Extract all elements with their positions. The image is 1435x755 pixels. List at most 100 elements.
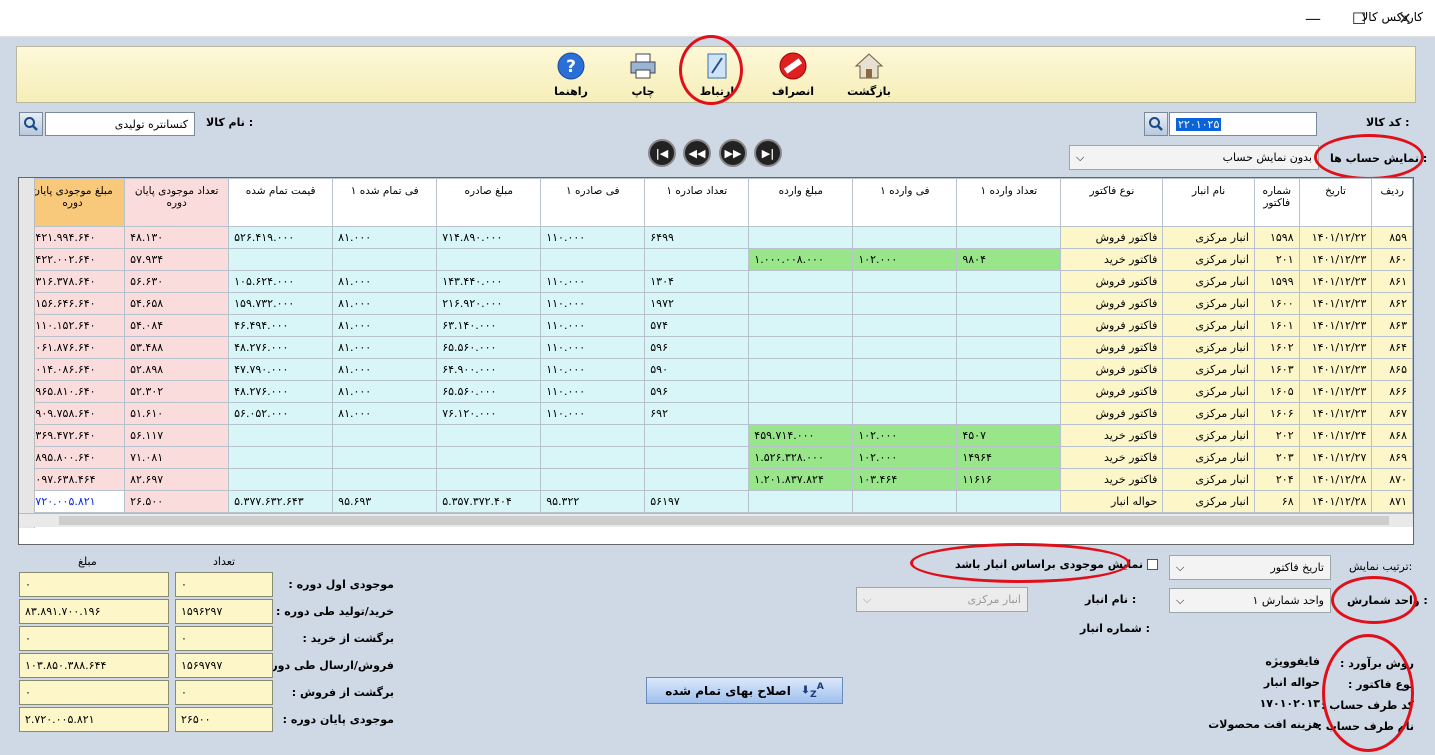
table-cell[interactable]: ۵۷۴ (644, 314, 750, 337)
table-cell[interactable]: ۴۸.۲۷۶.۰۰۰ (228, 380, 334, 403)
horizontal-scrollbar[interactable] (19, 513, 1413, 527)
table-cell[interactable]: انبار مرکزی (1162, 270, 1255, 293)
column-header[interactable]: فی تمام شده ۱ (332, 178, 438, 227)
table-cell[interactable]: ۱۱۰.۰۰۰ (540, 358, 646, 381)
table-cell[interactable]: ۱۳۰۴ (644, 270, 750, 293)
table-cell[interactable] (956, 226, 1062, 249)
table-cell[interactable]: ۵.۰۱۴.۰۸۶.۶۴۰ (19, 358, 126, 381)
table-cell[interactable]: فاکتور فروش (1060, 358, 1164, 381)
table-cell[interactable]: ۱۶۰۵ (1253, 380, 1300, 403)
table-cell[interactable]: ۱۴۰۱/۱۲/۲۴ (1298, 424, 1373, 447)
table-cell[interactable]: ۵.۳۱۶.۳۷۸.۶۴۰ (19, 270, 126, 293)
code-search-button[interactable] (1144, 112, 1168, 136)
table-row[interactable]: ۸۶۶ ۱۴۰۱/۱۲/۲۳ ۱۶۰۵ انبار مرکزی فاکتور فروش ۵… (19, 380, 1413, 403)
table-cell[interactable]: ۲۱۶.۹۲۰.۰۰۰ (436, 292, 542, 315)
table-cell[interactable]: ۵۷.۹۳۴ (124, 248, 230, 271)
table-cell[interactable]: ۸۶۳ (1371, 314, 1413, 337)
table-cell[interactable]: ۶.۸۹۵.۸۰۰.۶۴۰ (19, 446, 126, 469)
table-cell[interactable]: انبار مرکزی (1162, 468, 1255, 491)
table-cell[interactable]: انبار مرکزی (1162, 380, 1255, 403)
unit-select[interactable]: ⌵ واحد شمارش ۱ (1169, 588, 1331, 613)
summary-amount-field[interactable]: ۰ (19, 626, 169, 651)
table-row[interactable]: ۸۷۰ ۱۴۰۱/۱۲/۲۸ ۲۰۴ انبار مرکزی فاکتور خرید ۱۱… (19, 468, 1413, 491)
table-cell[interactable]: ۱۶۰۲ (1253, 336, 1300, 359)
table-cell[interactable]: ۱۰۲.۰۰۰ (852, 424, 958, 447)
table-cell[interactable]: ۵۲.۳۰۲ (124, 380, 230, 403)
previous-record-button[interactable]: ◀◀ (683, 139, 711, 167)
table-cell[interactable] (748, 358, 854, 381)
table-cell[interactable] (748, 336, 854, 359)
table-cell[interactable] (228, 248, 334, 271)
table-cell[interactable]: انبار مرکزی (1162, 424, 1255, 447)
table-cell[interactable]: ۱۶۰۱ (1253, 314, 1300, 337)
table-cell[interactable] (956, 402, 1062, 425)
table-cell[interactable] (748, 226, 854, 249)
warehouse-checkbox[interactable] (1147, 559, 1159, 570)
table-cell[interactable]: ۱۶۰۰ (1253, 292, 1300, 315)
column-header[interactable]: نام انبار (1162, 178, 1255, 227)
table-cell[interactable] (540, 468, 646, 491)
column-header[interactable]: فی صادره ۱ (540, 178, 646, 227)
table-cell[interactable]: ۵۴.۶۵۸ (124, 292, 230, 315)
table-cell[interactable]: ۱۴۰۱/۱۲/۲۳ (1298, 270, 1373, 293)
table-cell[interactable]: ۸۵۹ (1371, 226, 1413, 249)
table-cell[interactable]: ۵.۱۵۶.۶۴۶.۶۴۰ (19, 292, 126, 315)
column-header[interactable]: شماره فاکتور (1253, 178, 1300, 227)
summary-amount-field[interactable]: ۸۳.۸۹۱.۷۰۰.۱۹۶ (19, 599, 169, 624)
next-record-button[interactable]: ▶▶ (719, 139, 747, 167)
code-input[interactable]: ۲۲۰۱۰۲۵ (1169, 112, 1317, 136)
table-cell[interactable] (956, 270, 1062, 293)
name-input[interactable]: کنسانتره تولیدی (45, 112, 195, 136)
table-cell[interactable]: فاکتور خرید (1060, 468, 1164, 491)
table-row[interactable]: ۸۶۸ ۱۴۰۱/۱۲/۲۴ ۲۰۲ انبار مرکزی فاکتور خرید ۴۵… (19, 424, 1413, 447)
column-header[interactable]: تعداد صادره ۱ (644, 178, 750, 227)
scrollbar-thumb[interactable] (59, 516, 1389, 525)
table-cell[interactable]: ۱۴۳.۴۴۰.۰۰۰ (436, 270, 542, 293)
table-cell[interactable]: ۶۵.۵۶۰.۰۰۰ (436, 380, 542, 403)
table-cell[interactable]: ۲.۷۲۰.۰۰۵.۸۲۱ (19, 490, 126, 513)
column-header[interactable]: قیمت تمام شده (228, 178, 334, 227)
summary-amount-field[interactable]: ۲.۷۲۰.۰۰۵.۸۲۱ (19, 707, 169, 732)
table-cell[interactable]: ۸۶۹ (1371, 446, 1413, 469)
table-cell[interactable]: ۸۱.۰۰۰ (332, 358, 438, 381)
column-header[interactable]: تعداد وارده ۱ (956, 178, 1062, 227)
table-cell[interactable]: ۵۶.۶۳۰ (124, 270, 230, 293)
table-cell[interactable]: ۲۰۴ (1253, 468, 1300, 491)
table-cell[interactable] (852, 380, 958, 403)
table-cell[interactable]: ۸۶۰ (1371, 248, 1413, 271)
table-cell[interactable]: فاکتور فروش (1060, 270, 1164, 293)
last-record-button[interactable]: ▶| (754, 139, 782, 167)
table-cell[interactable]: ۴.۹۰۹.۷۵۸.۶۴۰ (19, 402, 126, 425)
table-cell[interactable]: ۵۹۶ (644, 336, 750, 359)
table-cell[interactable]: ۸۶۴ (1371, 336, 1413, 359)
table-cell[interactable] (228, 446, 334, 469)
table-row[interactable]: ۸۶۱ ۱۴۰۱/۱۲/۲۳ ۱۵۹۹ انبار مرکزی فاکتور فروش ۱… (19, 270, 1413, 293)
table-cell[interactable]: ۱۴۰۱/۱۲/۲۳ (1298, 336, 1373, 359)
table-cell[interactable] (540, 248, 646, 271)
table-cell[interactable] (852, 292, 958, 315)
table-cell[interactable] (332, 248, 438, 271)
table-cell[interactable]: ۱۴۰۱/۱۲/۲۳ (1298, 248, 1373, 271)
table-row[interactable]: ۸۵۹ ۱۴۰۱/۱۲/۲۲ ۱۵۹۸ انبار مرکزی فاکتور فروش ۶… (19, 226, 1413, 249)
column-header[interactable]: نوع فاکتور (1060, 178, 1164, 227)
table-cell[interactable]: ۱۱۶۱۶ (956, 468, 1062, 491)
table-row[interactable]: ۸۶۴ ۱۴۰۱/۱۲/۲۳ ۱۶۰۲ انبار مرکزی فاکتور فروش ۵… (19, 336, 1413, 359)
table-cell[interactable]: ۶۳.۱۴۰.۰۰۰ (436, 314, 542, 337)
table-cell[interactable]: ۵۶.۰۵۲.۰۰۰ (228, 402, 334, 425)
table-cell[interactable] (852, 336, 958, 359)
table-cell[interactable] (748, 380, 854, 403)
summary-count-field[interactable]: ۱۵۹۶۲۹۷ (175, 599, 273, 624)
table-cell[interactable]: ۵۳.۴۸۸ (124, 336, 230, 359)
table-cell[interactable] (644, 424, 750, 447)
table-cell[interactable] (852, 402, 958, 425)
table-cell[interactable]: ۸۶۵ (1371, 358, 1413, 381)
table-cell[interactable]: فاکتور فروش (1060, 336, 1164, 359)
table-cell[interactable]: ۸۱.۰۰۰ (332, 292, 438, 315)
table-cell[interactable]: ۱۹۷۲ (644, 292, 750, 315)
table-cell[interactable]: ۵۴.۰۸۴ (124, 314, 230, 337)
table-cell[interactable]: انبار مرکزی (1162, 226, 1255, 249)
table-cell[interactable]: ۴۷.۷۹۰.۰۰۰ (228, 358, 334, 381)
table-cell[interactable]: ۱۴۰۱/۱۲/۲۲ (1298, 226, 1373, 249)
table-row[interactable]: ۸۶۰ ۱۴۰۱/۱۲/۲۳ ۲۰۱ انبار مرکزی فاکتور خرید ۹۸… (19, 248, 1413, 271)
table-cell[interactable]: ۱۵۹۹ (1253, 270, 1300, 293)
